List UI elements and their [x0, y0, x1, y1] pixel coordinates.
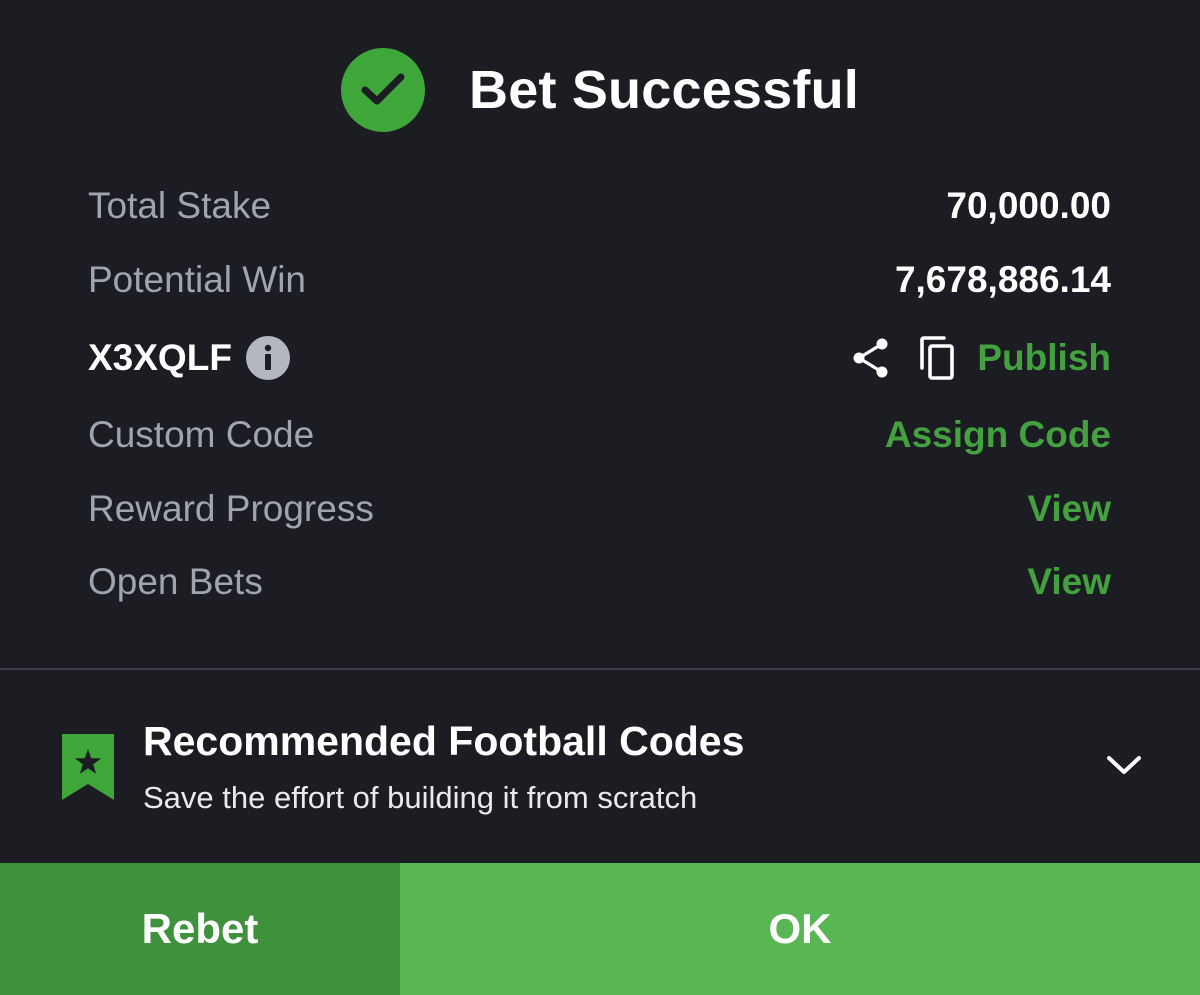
booking-code: X3XQLF: [88, 337, 232, 378]
share-icon[interactable]: [851, 336, 891, 380]
open-bets-view-link[interactable]: View: [1027, 561, 1111, 603]
potential-win-row: Potential Win 7,678,886.14: [88, 255, 1111, 305]
potential-win-label: Potential Win: [88, 259, 306, 300]
section-divider: [0, 668, 1200, 670]
publish-link[interactable]: Publish: [977, 337, 1111, 379]
booking-code-actions: Publish: [851, 335, 1111, 381]
booking-code-row: X3XQLF Publish: [88, 333, 1111, 383]
rebet-button[interactable]: Rebet: [0, 863, 400, 995]
booking-code-group: X3XQLF: [88, 336, 290, 380]
chevron-down-icon[interactable]: [1104, 750, 1144, 785]
bet-success-dialog: Bet Successful Total Stake 70,000.00 Pot…: [0, 0, 1200, 995]
total-stake-label: Total Stake: [88, 185, 272, 226]
page-title: Bet Successful: [469, 60, 859, 120]
potential-win-value: 7,678,886.14: [894, 259, 1111, 300]
ok-button[interactable]: OK: [400, 863, 1200, 995]
reward-progress-view-link[interactable]: View: [1027, 488, 1111, 530]
recommended-codes-panel[interactable]: Recommended Football Codes Save the effo…: [0, 700, 1200, 830]
bookmark-star-icon: [62, 734, 114, 805]
recommended-subtitle: Save the effort of building it from scra…: [143, 780, 698, 815]
reward-progress-label: Reward Progress: [88, 488, 374, 529]
info-icon[interactable]: [245, 336, 290, 380]
total-stake-value: 70,000.00: [946, 185, 1111, 226]
custom-code-label: Custom Code: [88, 414, 315, 455]
dialog-header: Bet Successful: [0, 48, 1200, 132]
open-bets-label: Open Bets: [88, 561, 263, 602]
recommended-title: Recommended Football Codes: [143, 718, 745, 764]
copy-icon[interactable]: [917, 335, 957, 381]
reward-progress-row: Reward Progress View: [88, 484, 1111, 534]
assign-code-link[interactable]: Assign Code: [885, 414, 1111, 456]
custom-code-row: Custom Code Assign Code: [88, 410, 1111, 460]
check-circle-icon: [341, 48, 426, 132]
open-bets-row: Open Bets View: [88, 557, 1111, 607]
total-stake-row: Total Stake 70,000.00: [88, 181, 1111, 231]
